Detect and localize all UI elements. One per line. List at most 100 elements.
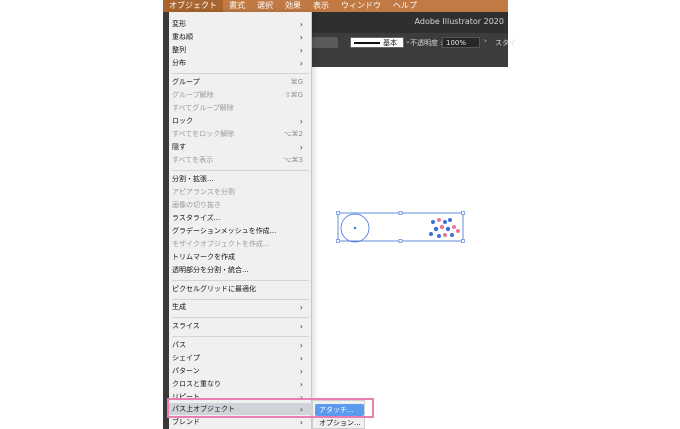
menu-item-group[interactable]: グループ ⌘G [169, 76, 312, 88]
submenu-item-options[interactable]: オプション... [315, 417, 364, 429]
menu-item-shape[interactable]: シェイプ › [169, 352, 312, 364]
object-menu-dropdown: 変形 › 重ね順 › 整列 › 分布 › グループ ⌘G グループ解除 ⇧⌘G … [169, 12, 312, 429]
blue-dot [448, 218, 452, 222]
menu-select[interactable]: 選択 [251, 0, 279, 12]
window-title: Adobe Illustrator 2020 [414, 17, 504, 26]
menu-item-expand[interactable]: 分割・拡張... [169, 173, 312, 185]
handle-bottom-right [461, 239, 465, 243]
chevron-right-icon[interactable]: › [484, 37, 487, 45]
style-label: スタイ [495, 39, 516, 47]
menu-item-label: 変形 [172, 20, 186, 28]
circle-center-point [353, 226, 357, 230]
menu-item-label: ロック [172, 117, 193, 125]
menu-item-flatten-transparency[interactable]: 透明部分を分割・統合... [169, 264, 312, 276]
menu-item-path[interactable]: パス › [169, 339, 312, 351]
chevron-right-icon: › [299, 19, 303, 29]
menu-item-label: クロスと重なり [172, 380, 221, 388]
highlight-frame [167, 398, 374, 418]
menu-item-align[interactable]: 整列 › [169, 44, 312, 56]
menu-item-show-all: すべてを表示 ⌥⌘3 [169, 154, 312, 166]
menu-item-label: 重ね順 [172, 33, 193, 41]
menu-separator [172, 280, 309, 281]
menu-item-label: アピアランスを分割 [172, 188, 235, 196]
blue-dot [437, 234, 441, 238]
chevron-right-icon: › [299, 417, 303, 427]
menu-item-label: 透明部分を分割・統合... [172, 266, 249, 274]
menu-item-expand-appearance: アピアランスを分割 [169, 186, 312, 198]
menu-item-pixel-perfect[interactable]: ピクセルグリッドに最適化 [169, 283, 312, 295]
stroke-line-icon [354, 41, 380, 44]
menu-effect[interactable]: 効果 [279, 0, 307, 12]
pink-dot [456, 229, 460, 233]
menu-item-label: すべてをロック解除 [172, 130, 235, 138]
chevron-right-icon: › [299, 379, 303, 389]
menu-item-pattern[interactable]: パターン › [169, 365, 312, 377]
menu-item-label: グループ [172, 78, 200, 86]
menu-separator [172, 336, 309, 337]
chevron-right-icon: › [299, 302, 303, 312]
menu-object[interactable]: オブジェクト [163, 0, 223, 12]
menu-item-label: 生成 [172, 303, 186, 311]
menu-item-unlock-all: すべてをロック解除 ⌥⌘2 [169, 128, 312, 140]
menu-item-shortcut: ⌥⌘3 [283, 156, 303, 164]
menu-window[interactable]: ウィンドウ [335, 0, 387, 12]
control-field[interactable] [312, 37, 338, 48]
menu-item-label: 画像の切り抜き [172, 201, 221, 209]
menu-item-slice[interactable]: スライス › [169, 320, 312, 332]
menu-item-label: 分布 [172, 59, 186, 67]
menu-separator [172, 73, 309, 74]
chevron-right-icon: › [299, 366, 303, 376]
menu-item-transform[interactable]: 変形 › [169, 18, 312, 30]
menu-item-intertwine[interactable]: クロスと重なり › [169, 378, 312, 390]
pink-dot [443, 233, 447, 237]
menu-item-arrange[interactable]: 重ね順 › [169, 31, 312, 43]
menu-type[interactable]: 書式 [223, 0, 251, 12]
blue-dot [450, 233, 454, 237]
chevron-right-icon: › [299, 353, 303, 363]
app-menubar: オブジェクト 書式 選択 効果 表示 ウィンドウ ヘルプ [163, 0, 508, 12]
menu-item-rasterize[interactable]: ラスタライズ... [169, 212, 312, 224]
opacity-input[interactable]: 100% [442, 37, 480, 48]
pink-dot [439, 224, 445, 230]
menu-item-label: グループ解除 [172, 91, 214, 99]
menu-item-label: シェイプ [172, 354, 200, 362]
menu-item-distribute[interactable]: 分布 › [169, 57, 312, 69]
selection-handles[interactable] [336, 211, 465, 243]
selected-artwork[interactable] [336, 209, 468, 245]
chevron-right-icon: › [299, 32, 303, 42]
menu-item-label: ブレンド [172, 418, 200, 426]
menu-item-label: スライス [172, 322, 200, 330]
menu-separator [172, 299, 309, 300]
blue-dot [429, 232, 433, 236]
menu-item-label: パス [172, 341, 186, 349]
menu-item-label: グラデーションメッシュを作成... [172, 227, 277, 235]
menu-item-generate[interactable]: 生成 › [169, 301, 312, 313]
control-bar: 基本 ⌄ 不透明度 : 100% › スタイ [312, 33, 516, 52]
handle-bottom-left [336, 239, 340, 243]
menu-item-label: ピクセルグリッドに最適化 [172, 285, 256, 293]
handle-top-right [461, 211, 465, 215]
menu-item-trim-marks[interactable]: トリムマークを作成 [169, 251, 312, 263]
menu-help[interactable]: ヘルプ [387, 0, 423, 12]
chevron-right-icon: › [299, 45, 303, 55]
chevron-right-icon: › [299, 321, 303, 331]
illustrator-window: オブジェクト 書式 選択 効果 表示 ウィンドウ ヘルプ Adobe Illus… [0, 0, 680, 429]
menu-item-shortcut: ⌥⌘2 [283, 130, 303, 138]
stroke-profile-label: 基本 [383, 38, 397, 47]
pink-dot [437, 218, 441, 222]
menu-item-label: トリムマークを作成 [172, 253, 235, 261]
panel-background [312, 52, 508, 67]
handle-bottom-middle [398, 239, 403, 243]
menu-item-lock[interactable]: ロック › [169, 115, 312, 127]
stroke-profile-dropdown[interactable]: 基本 [350, 37, 404, 48]
menu-item-label: すべてグループ解除 [172, 104, 234, 112]
menu-separator [172, 170, 309, 171]
blue-dot [433, 226, 439, 232]
menu-item-ungroup: グループ解除 ⇧⌘G [169, 89, 312, 101]
blue-dot [443, 220, 447, 224]
menu-item-label: パターン [172, 367, 200, 375]
menu-separator [172, 317, 309, 318]
menu-item-gradient-mesh[interactable]: グラデーションメッシュを作成... [169, 225, 312, 237]
menu-view[interactable]: 表示 [307, 0, 335, 12]
menu-item-hide[interactable]: 隠す › [169, 141, 312, 153]
